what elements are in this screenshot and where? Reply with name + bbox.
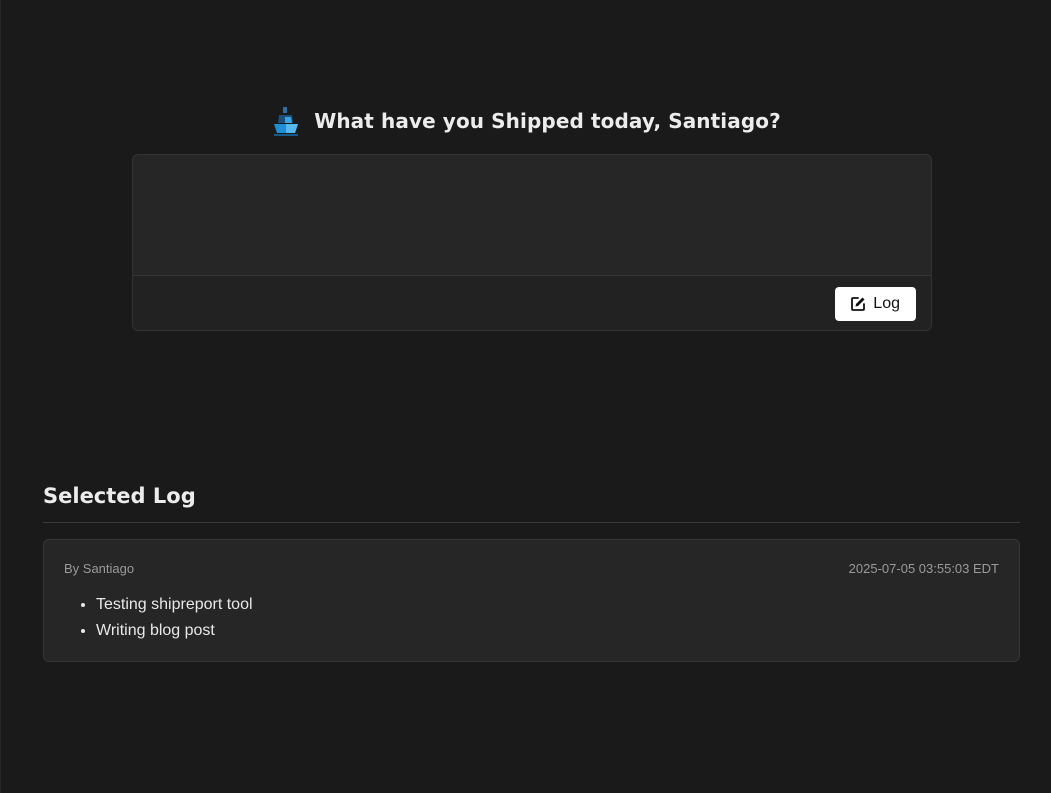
log-button[interactable]: Log [835, 286, 916, 321]
selected-log-heading: Selected Log [43, 484, 196, 508]
log-button-label: Log [873, 294, 900, 312]
log-item: Testing shipreport tool [96, 592, 253, 618]
log-item: Writing blog post [96, 618, 253, 644]
log-items-list: Testing shipreport tool Writing blog pos… [96, 592, 253, 644]
compose-card: Log [132, 154, 932, 331]
page: What have you Shipped today, Santiago? L… [0, 0, 1051, 793]
log-meta: By Santiago 2025-07-05 03:55:03 EDT [64, 561, 999, 576]
section-divider [43, 522, 1020, 523]
ship-log-textarea[interactable] [133, 155, 931, 276]
compose-title: What have you Shipped today, Santiago? [314, 109, 781, 133]
selected-log-card: By Santiago 2025-07-05 03:55:03 EDT Test… [43, 539, 1020, 662]
edit-icon [851, 296, 866, 311]
ship-icon [274, 107, 299, 136]
compose-header: What have you Shipped today, Santiago? [1, 104, 1051, 138]
compose-footer: Log [133, 276, 931, 330]
log-author: By Santiago [64, 561, 135, 576]
log-timestamp: 2025-07-05 03:55:03 EDT [848, 561, 999, 576]
